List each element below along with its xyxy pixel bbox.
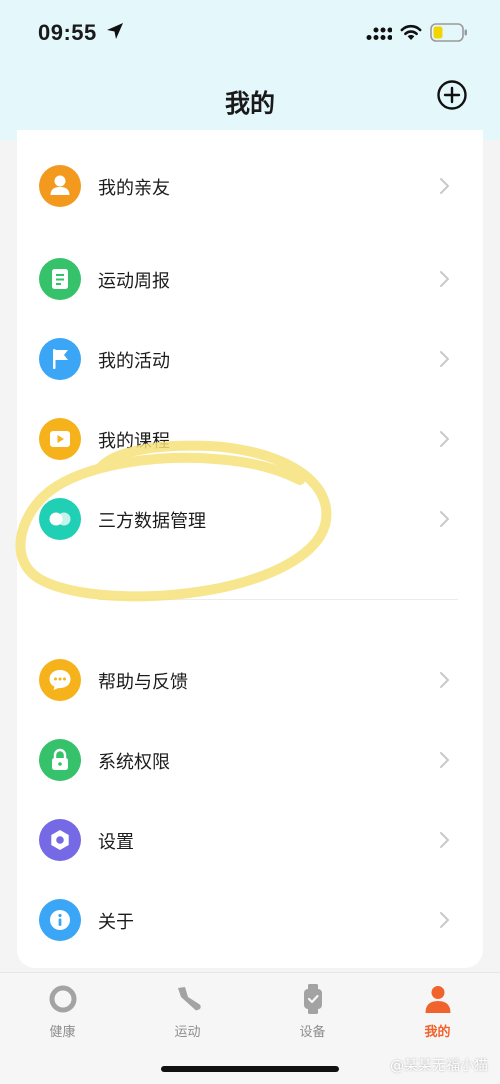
chevron-right-icon [440,752,449,768]
menu-item-activities[interactable]: 我的活动 [17,327,483,391]
document-icon [39,258,81,300]
wifi-icon [400,24,422,40]
shoe-icon [178,987,201,1011]
user-icon [425,986,451,1013]
status-bar: 09:55 [0,0,500,66]
section-divider [98,599,458,600]
menu-item-courses[interactable]: 我的课程 [17,407,483,471]
home-indicator[interactable] [161,1066,339,1072]
tab-label: 设备 [299,1025,326,1040]
menu-item-weekly-report[interactable]: 运动周报 [17,247,483,311]
tab-label: 我的 [424,1025,451,1040]
tab-mine[interactable]: 我的 [375,973,500,1053]
menu-item-label: 运动周报 [98,271,170,292]
chevron-right-icon [440,351,449,367]
watermark-text: @某某无福小猫 [390,1058,488,1074]
play-icon [39,418,81,460]
tab-exercise[interactable]: 运动 [125,973,250,1053]
chevron-right-icon [440,912,449,928]
tab-label: 健康 [49,1025,76,1040]
menu-item-settings[interactable]: 设置 [17,808,483,872]
chevron-right-icon [440,672,449,688]
menu-item-label: 设置 [98,832,134,853]
menu-item-help-feedback[interactable]: 帮助与反馈 [17,648,483,712]
menu-item-system-permissions[interactable]: 系统权限 [17,728,483,792]
link-circles-icon [39,498,81,540]
menu-item-third-party-data[interactable]: 三方数据管理 [17,487,483,551]
flag-icon [39,338,81,380]
person-icon [39,165,81,207]
tab-devices[interactable]: 设备 [250,973,375,1053]
location-arrow-icon [107,23,123,39]
menu-item-label: 我的课程 [98,431,170,452]
menu-item-friends[interactable]: 我的亲友 [17,154,483,218]
ring-icon [49,985,77,1013]
watch-icon [304,984,322,1014]
battery-icon [430,23,467,42]
status-time: 09:55 [38,20,97,45]
chevron-right-icon [440,271,449,287]
info-icon [39,899,81,941]
signal-icon [366,27,392,40]
menu-item-label: 三方数据管理 [98,511,206,532]
menu-item-label: 关于 [98,912,134,933]
chevron-right-icon [440,832,449,848]
lock-icon [39,739,81,781]
chat-bubble-icon [39,659,81,701]
tab-health[interactable]: 健康 [0,973,125,1053]
page-title: 我的 [224,89,275,118]
chevron-right-icon [440,511,449,527]
menu-item-label: 我的活动 [98,351,170,372]
tab-label: 运动 [174,1025,201,1040]
chevron-right-icon [440,178,449,194]
menu-item-label: 我的亲友 [98,178,170,199]
chevron-right-icon [440,431,449,447]
menu-list: 我的亲友 运动周报 我的活动 我的课程 三方数据管理 帮助与反馈 系统权限 设置… [17,130,483,968]
plus-circle-icon[interactable] [436,79,468,111]
gear-hexagon-icon [39,819,81,861]
menu-item-label: 系统权限 [98,752,170,773]
menu-item-about[interactable]: 关于 [17,888,483,952]
menu-item-label: 帮助与反馈 [98,672,188,693]
